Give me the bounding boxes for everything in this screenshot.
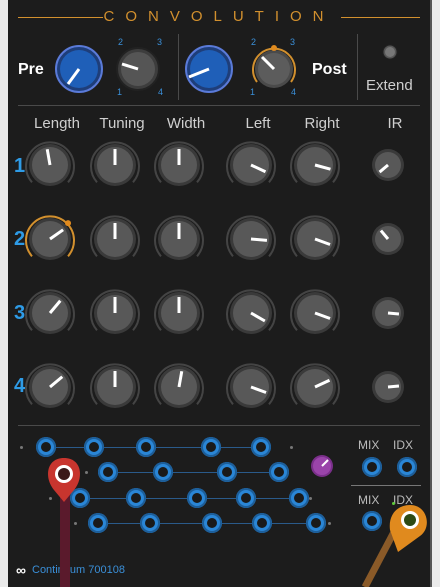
red-cable[interactable] (48, 458, 80, 587)
patch-cables (48, 458, 427, 587)
orange-cable[interactable] (361, 505, 427, 587)
